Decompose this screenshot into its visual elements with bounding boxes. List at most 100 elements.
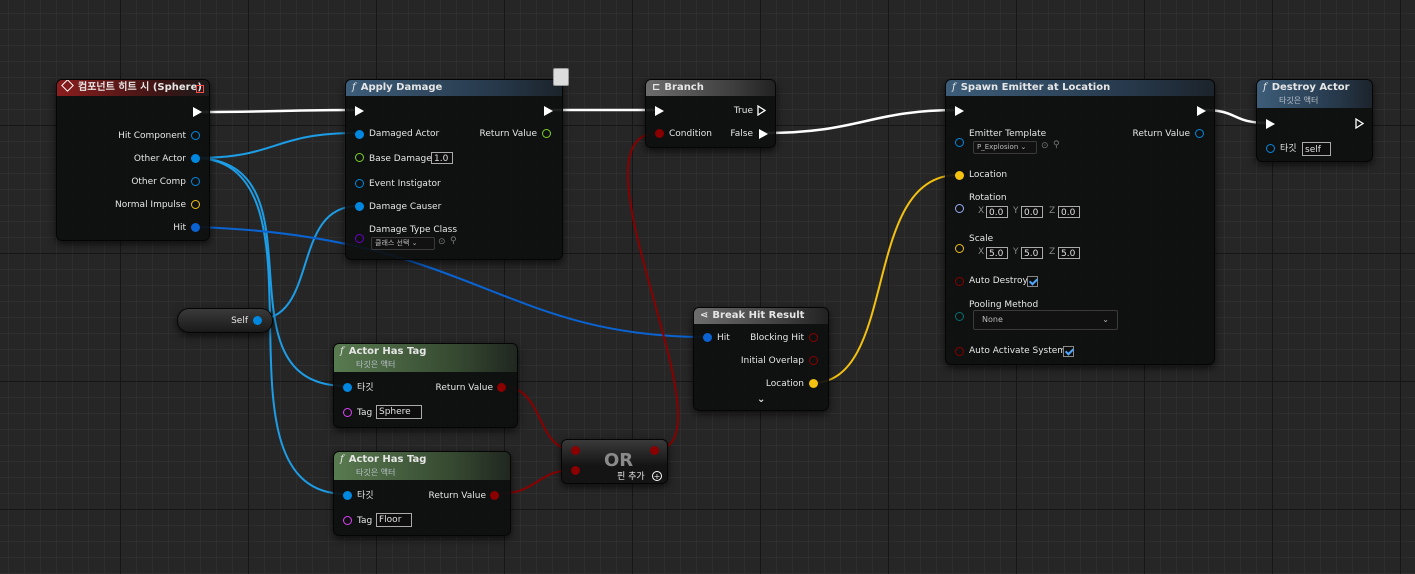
pin-auto-activate[interactable] bbox=[955, 347, 964, 356]
pin-blocking-hit[interactable] bbox=[809, 333, 818, 342]
pin-location[interactable] bbox=[955, 171, 964, 180]
pin-blocking-hit-label: Blocking Hit bbox=[750, 333, 804, 343]
scale-z-label: Z bbox=[1049, 247, 1056, 257]
pin-return-value[interactable] bbox=[1195, 129, 1204, 138]
rotation-y-label: Y bbox=[1013, 206, 1019, 216]
node-header[interactable]: f Spawn Emitter at Location bbox=[946, 80, 1214, 96]
pin-damage-causer-label: Damage Causer bbox=[369, 202, 442, 212]
emitter-template-dropdown[interactable]: P_Explosion ⌄ bbox=[973, 141, 1037, 154]
rotation-y-input[interactable]: 0.0 bbox=[1021, 206, 1043, 218]
pin-emitter-template[interactable] bbox=[955, 138, 964, 147]
add-pin-label[interactable]: 핀 추가 bbox=[617, 471, 645, 483]
pin-return-value[interactable] bbox=[542, 129, 551, 138]
destroy-actor-node[interactable]: f Destroy Actor 타깃은 액터 타깃 self bbox=[1256, 79, 1373, 162]
pin-scale[interactable] bbox=[955, 244, 964, 253]
pin-return-value-label: Return Value bbox=[428, 491, 486, 501]
pin-false-label: False bbox=[730, 129, 753, 139]
expand-chevron-down-icon[interactable]: ⌄ bbox=[757, 394, 765, 405]
pin-hit[interactable] bbox=[191, 223, 200, 232]
node-header[interactable]: f Apply Damage bbox=[346, 80, 562, 96]
event-diamond-icon bbox=[61, 80, 74, 92]
scale-z-input[interactable]: 5.0 bbox=[1058, 247, 1080, 259]
exec-in-pin[interactable] bbox=[355, 106, 364, 116]
pin-hit-component-label: Hit Component bbox=[118, 131, 186, 141]
scale-x-input[interactable]: 5.0 bbox=[986, 247, 1008, 259]
apply-damage-node[interactable]: f Apply Damage Damaged Actor Return Value… bbox=[345, 68, 569, 260]
scale-y-label: Y bbox=[1013, 247, 1019, 257]
pin-base-damage[interactable] bbox=[355, 153, 364, 162]
exec-in-pin[interactable] bbox=[955, 106, 964, 116]
node-header[interactable]: f Actor Has Tag 타깃은 액터 bbox=[334, 344, 517, 372]
target-self-input[interactable]: self bbox=[1302, 142, 1331, 156]
pin-return-value[interactable] bbox=[497, 383, 506, 392]
pin-other-actor-label: Other Actor bbox=[133, 154, 186, 164]
delegate-pin-icon[interactable] bbox=[196, 85, 204, 93]
pin-target[interactable] bbox=[343, 383, 352, 392]
pin-auto-destroy[interactable] bbox=[955, 277, 964, 286]
exec-out-pin[interactable] bbox=[544, 106, 553, 116]
browse-search-icon[interactable]: ⚲ bbox=[450, 236, 457, 246]
pin-target[interactable] bbox=[1266, 144, 1275, 153]
self-node[interactable]: Self bbox=[177, 308, 273, 333]
pin-initial-overlap[interactable] bbox=[809, 356, 818, 365]
auto-destroy-checkbox[interactable] bbox=[1027, 276, 1038, 287]
browse-search-icon[interactable]: ⚲ bbox=[1053, 140, 1060, 150]
pin-other-comp[interactable] bbox=[191, 177, 200, 186]
base-damage-input[interactable]: 1.0 bbox=[431, 152, 453, 164]
exec-false-pin[interactable] bbox=[759, 129, 768, 139]
pooling-method-dropdown[interactable]: None ⌄ bbox=[973, 310, 1118, 330]
node-header[interactable]: 컴포넌트 히트 시 (Sphere) bbox=[57, 80, 209, 96]
pin-or-out[interactable] bbox=[650, 446, 659, 455]
latent-clock-icon bbox=[553, 68, 569, 86]
pin-or-in-b[interactable] bbox=[571, 466, 580, 475]
pin-self-out[interactable] bbox=[253, 316, 262, 325]
pin-return-value[interactable] bbox=[490, 491, 499, 500]
node-header[interactable]: ⊏ Branch bbox=[646, 80, 775, 96]
pin-normal-impulse[interactable] bbox=[191, 200, 200, 209]
pin-pooling-method[interactable] bbox=[955, 312, 964, 321]
pin-target-label: 타깃 bbox=[1280, 144, 1297, 154]
rotation-x-input[interactable]: 0.0 bbox=[986, 206, 1008, 218]
event-component-hit-node[interactable]: 컴포넌트 히트 시 (Sphere) Hit Component Other A… bbox=[56, 79, 210, 241]
add-pin-plus-icon[interactable]: + bbox=[652, 471, 662, 481]
pin-or-in-a[interactable] bbox=[571, 446, 580, 455]
exec-true-pin[interactable] bbox=[757, 105, 766, 116]
pin-event-instigator[interactable] bbox=[355, 179, 364, 188]
actor-has-tag-node-2[interactable]: f Actor Has Tag 타깃은 액터 타깃 Return Value Tag… bbox=[333, 451, 511, 536]
pin-damage-type-class[interactable] bbox=[355, 234, 364, 243]
wire-or-condition bbox=[627, 132, 680, 451]
exec-out-pin[interactable] bbox=[1355, 118, 1364, 129]
pin-condition[interactable] bbox=[655, 129, 664, 138]
use-selected-icon[interactable]: ⊙ bbox=[438, 237, 446, 247]
pin-rotation[interactable] bbox=[955, 204, 964, 213]
or-node[interactable]: OR 핀 추가 + bbox=[561, 439, 668, 484]
node-header[interactable]: f Actor Has Tag 타깃은 액터 bbox=[334, 452, 510, 480]
exec-out-pin[interactable] bbox=[193, 107, 202, 117]
actor-has-tag-node-1[interactable]: f Actor Has Tag 타깃은 액터 타깃 Return Value Tag… bbox=[333, 343, 518, 428]
pin-hit-component[interactable] bbox=[191, 131, 200, 140]
auto-activate-checkbox[interactable] bbox=[1063, 346, 1074, 357]
tag-input[interactable]: Floor bbox=[376, 513, 412, 527]
break-hit-result-node[interactable]: ⋖ Break Hit Result Hit Blocking Hit Initi… bbox=[693, 307, 829, 411]
class-select-dropdown[interactable]: 클래스 선택 ⌄ bbox=[371, 237, 435, 250]
pin-hit[interactable] bbox=[703, 333, 712, 342]
scale-y-input[interactable]: 5.0 bbox=[1021, 247, 1043, 259]
rotation-z-input[interactable]: 0.0 bbox=[1058, 206, 1080, 218]
pin-tag[interactable] bbox=[343, 408, 352, 417]
node-header[interactable]: ⋖ Break Hit Result bbox=[694, 308, 828, 324]
pin-target[interactable] bbox=[343, 491, 352, 500]
exec-in-pin[interactable] bbox=[655, 106, 664, 116]
pin-damage-causer[interactable] bbox=[355, 202, 364, 211]
pin-tag[interactable] bbox=[343, 516, 352, 525]
node-header[interactable]: f Destroy Actor 타깃은 액터 bbox=[1257, 80, 1372, 108]
pin-location[interactable] bbox=[809, 379, 818, 388]
tag-input[interactable]: Sphere bbox=[376, 405, 422, 419]
pin-other-actor[interactable] bbox=[191, 154, 200, 163]
exec-in-pin[interactable] bbox=[1266, 119, 1275, 129]
exec-out-pin[interactable] bbox=[1197, 106, 1206, 116]
branch-node[interactable]: ⊏ Branch True Condition False bbox=[645, 79, 776, 148]
spawn-emitter-node[interactable]: f Spawn Emitter at Location Emitter Templ… bbox=[945, 79, 1215, 365]
pin-damaged-actor[interactable] bbox=[355, 130, 364, 139]
tag2-title: Actor Has Tag bbox=[348, 454, 427, 465]
use-selected-icon[interactable]: ⊙ bbox=[1041, 141, 1049, 151]
